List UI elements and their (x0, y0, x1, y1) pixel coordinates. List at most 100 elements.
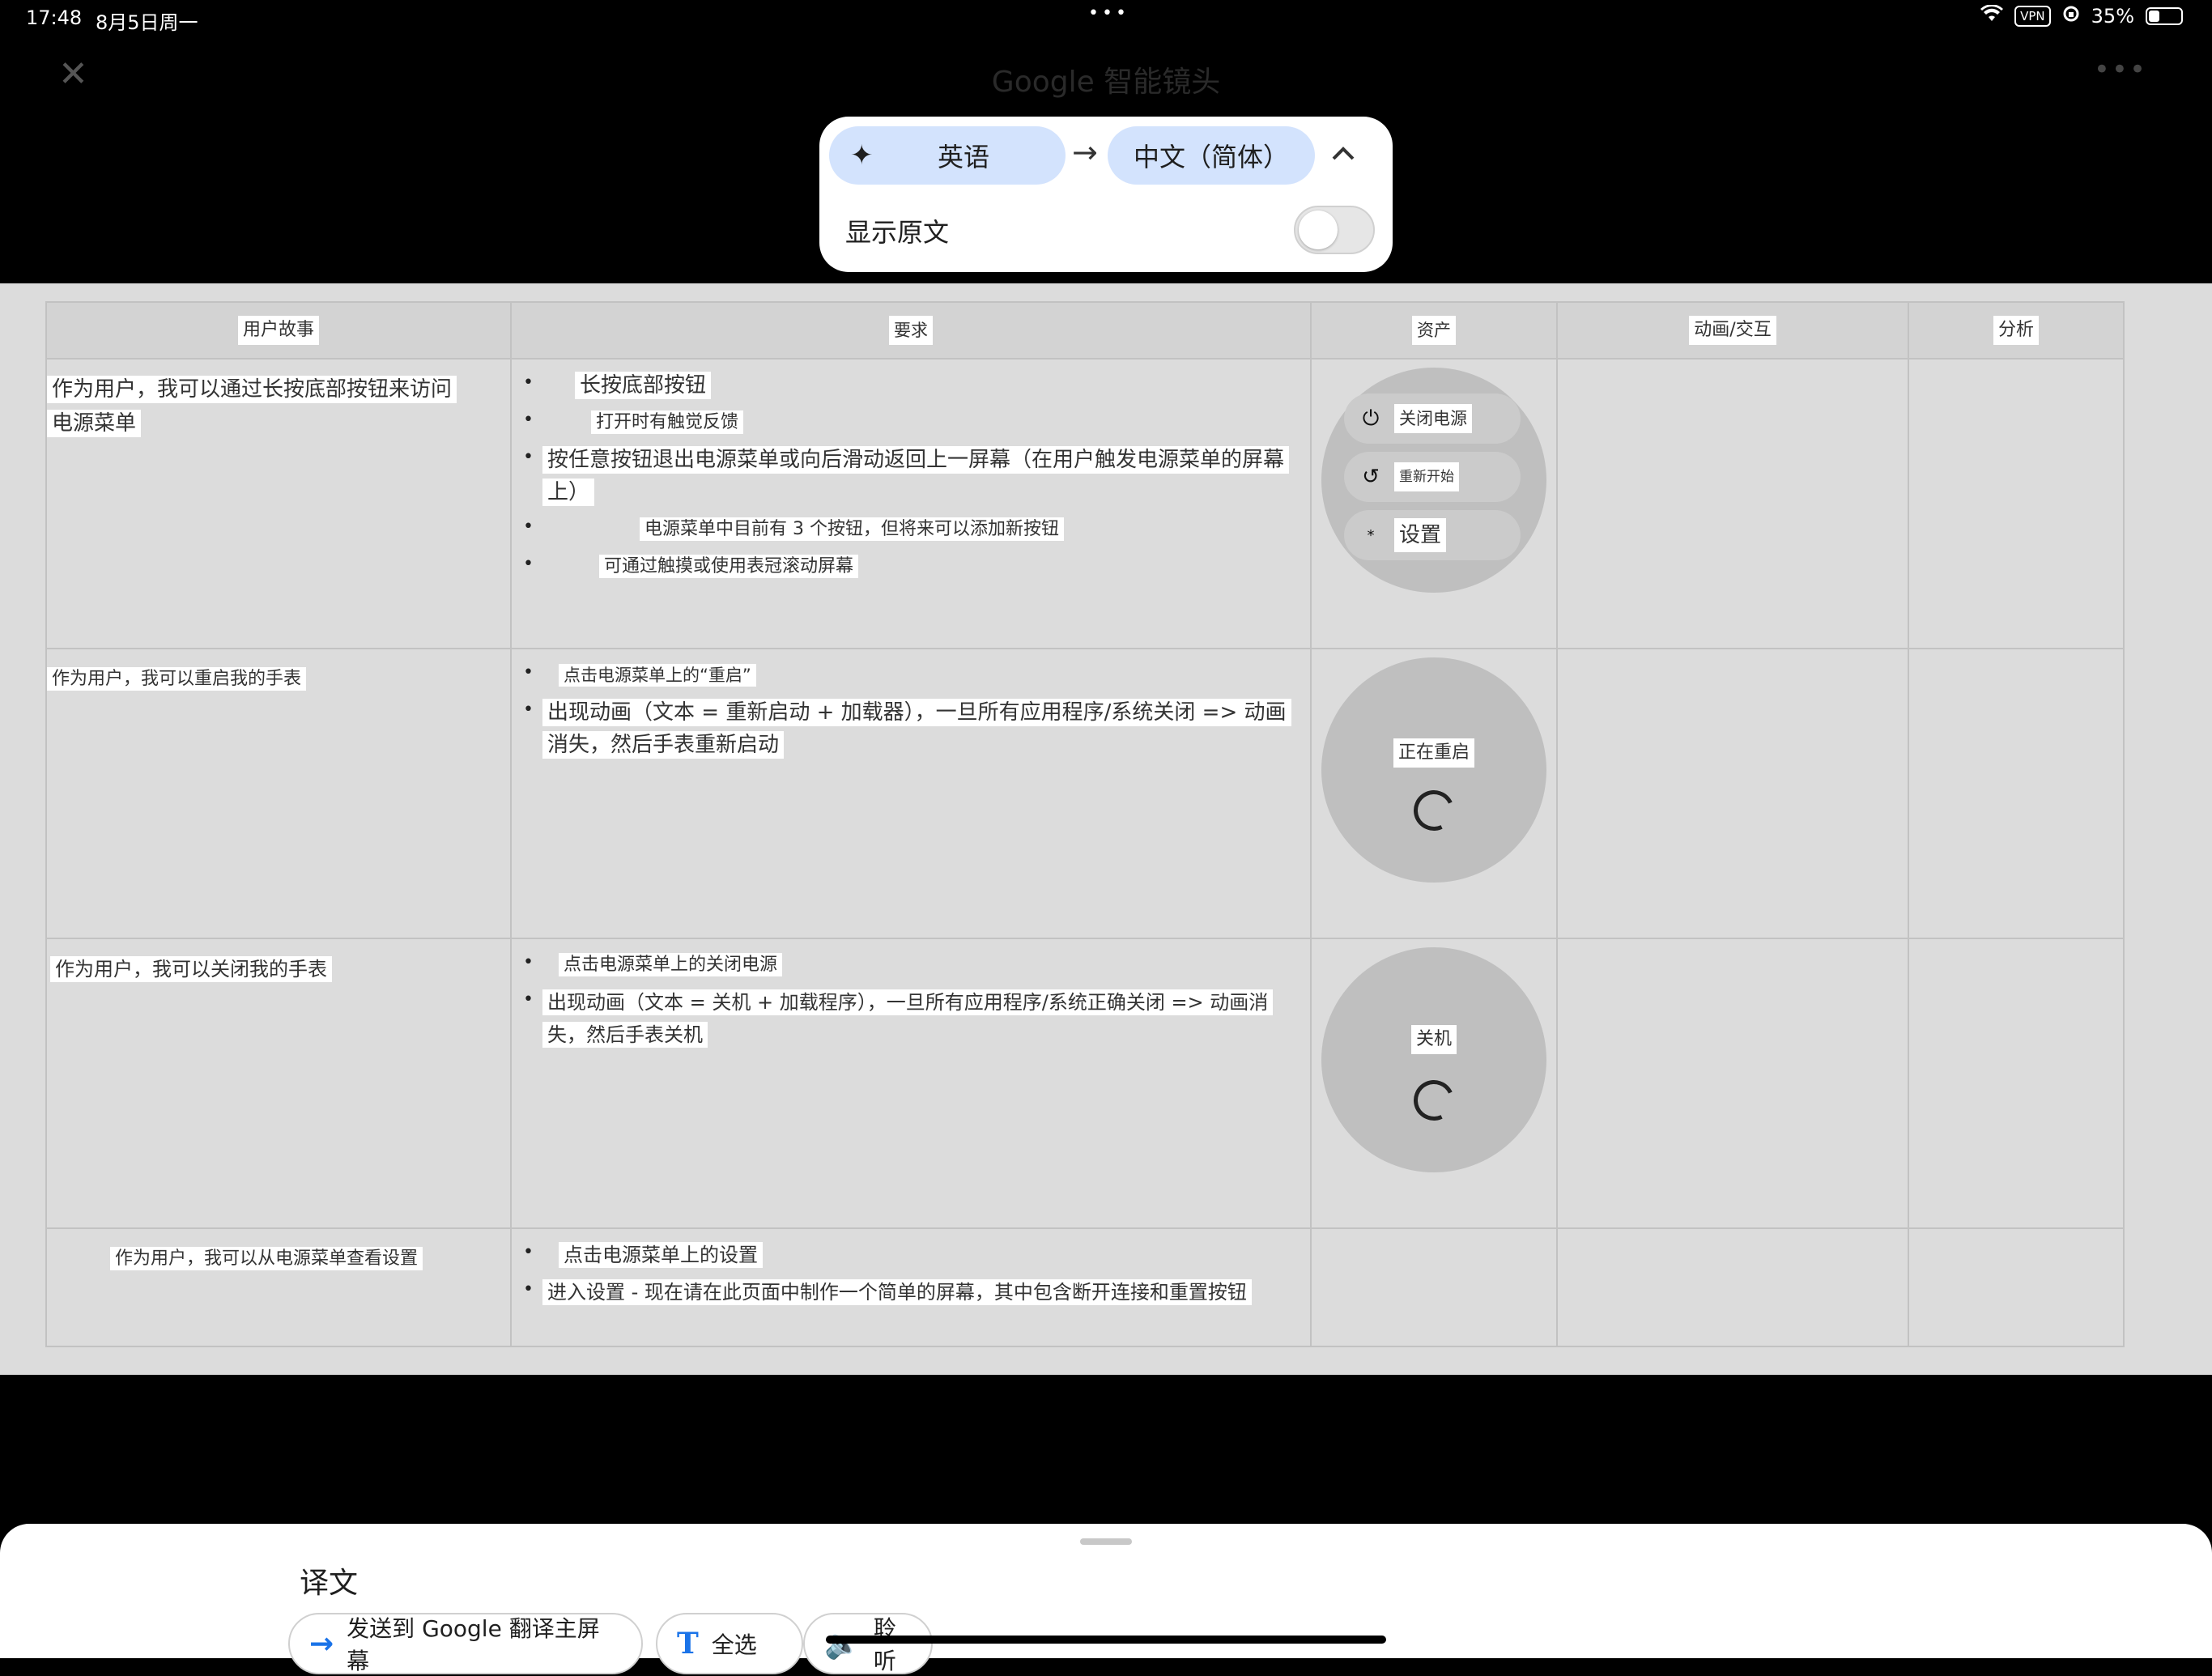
story-text-wrap: 作为用户，我可以重启我的手表 (47, 662, 468, 696)
requirement-text: 出现动画（文本 = 重新启动 + 加载器），一旦所有应用程序/系统关闭 => 动… (542, 699, 1291, 759)
list-item: 出现动画（文本 = 关机 + 加载程序），一旦所有应用程序/系统正确关闭 => … (523, 986, 1300, 1051)
sparkle-icon: ✦ (850, 139, 874, 172)
table-header: 分析 (1908, 301, 2125, 359)
requirement-text: 进入设置 - 现在请在此页面中制作一个简单的屏幕，其中包含断开连接和重置按钮 (542, 1279, 1252, 1305)
requirement-text: 电源菜单中目前有 3 个按钮，但将来可以添加新按钮 (640, 517, 1064, 541)
watch-label-wrap: 关机 (1321, 1025, 1546, 1054)
chevron-up-icon[interactable] (1331, 139, 1355, 168)
wifi-icon (1980, 4, 2004, 28)
table-row: 作为用户，我可以通过长按底部按钮来访问电源菜单 长按底部按钮 打开时有触觉反馈 … (45, 358, 2125, 649)
watch-shutdown-screen: 关机 (1321, 947, 1546, 1172)
analysis-cell (1908, 648, 2125, 939)
watch-label-wrap: 正在重启 (1321, 738, 1546, 768)
story-text-wrap: 作为用户，我可以从电源菜单查看设置 (110, 1242, 531, 1276)
table-header: 动画/交互 (1556, 301, 1909, 359)
loading-spinner-icon (1407, 784, 1461, 837)
header-label: 资产 (1412, 316, 1456, 345)
home-indicator[interactable] (826, 1636, 1386, 1644)
asset-cell (1310, 1227, 1558, 1347)
analysis-cell (1908, 1227, 2125, 1347)
requirements-list: 点击电源菜单上的设置 进入设置 - 现在请在此页面中制作一个简单的屏幕，其中包含… (523, 1239, 1300, 1313)
watch-power-menu: ⏻ 关闭电源 ↺ 重新开始 * 设置 (1321, 368, 1546, 593)
source-language-button[interactable]: ✦ 英语 (829, 126, 1066, 185)
menu-item-label: 关闭电源 (1394, 404, 1472, 433)
loading-spinner-icon (1407, 1074, 1461, 1127)
requirement-text: 可通过触摸或使用表冠滚动屏幕 (599, 555, 859, 578)
header-label: 动画/交互 (1689, 316, 1776, 345)
status-bar: 17:48 8月5日周一 ••• VPN 35% (0, 0, 2212, 39)
story-text: 作为用户，我可以关闭我的手表 (50, 956, 332, 982)
power-icon: ⏻ (1362, 406, 1380, 431)
list-item: 点击电源菜单上的“重启” (523, 659, 1300, 691)
listen-button[interactable]: 🔈 聆听 (803, 1613, 933, 1674)
list-item: 出现动画（文本 = 重新启动 + 加载器），一旦所有应用程序/系统关闭 => 动… (523, 696, 1300, 761)
arrow-right-icon: → (309, 1627, 334, 1661)
translated-document: 用户故事 要求 资产 动画/交互 分析 作为用户，我可以通过长按底部按钮来访问电… (0, 283, 2212, 1375)
story-cell: 作为用户，我可以关闭我的手表 (45, 938, 512, 1229)
sheet-title: 译文 (300, 1567, 359, 1600)
story-cell: 作为用户，我可以重启我的手表 (45, 648, 512, 939)
requirements-list: 长按底部按钮 打开时有触觉反馈 按任意按钮退出电源菜单或向后滑动返回上一屏幕（在… (523, 369, 1300, 588)
header-label: 分析 (1993, 316, 2039, 345)
show-original-toggle[interactable] (1294, 206, 1375, 254)
requirements-cell: 点击电源菜单上的关闭电源 出现动画（文本 = 关机 + 加载程序），一旦所有应用… (510, 938, 1312, 1229)
status-date: 8月5日周一 (96, 11, 198, 34)
list-item: 长按底部按钮 (523, 369, 1300, 402)
menu-item-label: 重新开始 (1394, 462, 1459, 491)
story-cell: 作为用户，我可以从电源菜单查看设置 (45, 1227, 512, 1347)
story-text: 作为用户，我可以通过长按底部按钮来访问电源菜单 (47, 376, 457, 437)
story-text: 作为用户，我可以重启我的手表 (47, 667, 307, 691)
requirements-cell: 点击电源菜单上的设置 进入设置 - 现在请在此页面中制作一个简单的屏幕，其中包含… (510, 1227, 1312, 1347)
toggle-knob (1299, 211, 1338, 249)
list-item: 按任意按钮退出电源菜单或向后滑动返回上一屏幕（在用户触发电源菜单的屏幕上） (523, 444, 1300, 508)
requirement-text: 点击电源菜单上的设置 (559, 1242, 763, 1268)
animation-cell (1556, 358, 1909, 649)
list-item: 进入设置 - 现在请在此页面中制作一个简单的屏幕，其中包含断开连接和重置按钮 (523, 1276, 1300, 1308)
target-language-button[interactable]: 中文（简体） (1108, 126, 1315, 185)
asset-cell: ⏻ 关闭电源 ↺ 重新开始 * 设置 (1310, 358, 1558, 649)
requirement-text: 长按底部按钮 (575, 372, 712, 399)
menu-item-label: 设置 (1394, 518, 1447, 552)
status-right: VPN 35% (1980, 4, 2183, 28)
watch-restarting-screen: 正在重启 (1321, 657, 1546, 883)
page-title: Google 智能镜头 (991, 66, 1221, 99)
requirement-text: 点击电源菜单上的关闭电源 (559, 953, 783, 976)
battery-icon (2146, 7, 2183, 25)
story-text-wrap: 作为用户，我可以关闭我的手表 (50, 952, 471, 986)
multitask-dots[interactable]: ••• (1088, 3, 1129, 23)
animation-cell (1556, 1227, 1909, 1347)
list-item: 可通过触摸或使用表冠滚动屏幕 (523, 551, 1300, 583)
status-time: 17:48 (26, 6, 83, 29)
speaker-icon: 🔈 (824, 1627, 861, 1661)
requirement-text: 打开时有触觉反馈 (591, 410, 744, 434)
send-to-translate-button[interactable]: → 发送到 Google 翻译主屏幕 (288, 1613, 643, 1674)
story-cell: 作为用户，我可以通过长按底部按钮来访问电源菜单 (45, 358, 512, 649)
list-item: 打开时有触觉反馈 (523, 406, 1300, 439)
analysis-cell (1908, 938, 2125, 1229)
show-original-label: 显示原文 (845, 217, 950, 248)
vpn-badge: VPN (2014, 6, 2051, 27)
story-text: 作为用户，我可以从电源菜单查看设置 (110, 1247, 423, 1270)
requirement-text: 按任意按钮退出电源菜单或向后滑动返回上一屏幕（在用户触发电源菜单的屏幕上） (542, 446, 1290, 506)
animation-cell (1556, 938, 1909, 1229)
requirements-list: 点击电源菜单上的关闭电源 出现动画（文本 = 关机 + 加载程序），一旦所有应用… (523, 949, 1300, 1056)
header-label: 要求 (889, 316, 933, 345)
restart-icon: ↺ (1362, 465, 1380, 489)
requirements-cell: 长按底部按钮 打开时有触觉反馈 按任意按钮退出电源菜单或向后滑动返回上一屏幕（在… (510, 358, 1312, 649)
text-icon: T (677, 1627, 699, 1661)
orientation-lock-icon (2062, 5, 2080, 28)
source-language-label: 英语 (937, 142, 989, 172)
requirements-table: 用户故事 要求 资产 动画/交互 分析 作为用户，我可以通过长按底部按钮来访问电… (45, 301, 2125, 1347)
select-all-button[interactable]: T 全选 (656, 1613, 803, 1674)
table-row: 作为用户，我可以关闭我的手表 点击电源菜单上的关闭电源 出现动画（文本 = 关机… (45, 938, 2125, 1229)
battery-percent: 35% (2091, 5, 2134, 28)
arrow-right-icon: → (1072, 134, 1098, 170)
list-item: 电源菜单中目前有 3 个按钮，但将来可以添加新按钮 (523, 513, 1300, 546)
sheet-grabber[interactable] (1080, 1538, 1132, 1545)
more-icon[interactable]: ••• (2094, 53, 2147, 86)
requirement-text: 点击电源菜单上的“重启” (559, 664, 756, 687)
watch-status-label: 关机 (1410, 1025, 1457, 1054)
power-off-item: ⏻ 关闭电源 (1344, 393, 1521, 444)
battery-fill (2149, 11, 2159, 22)
table-header: 用户故事 (45, 301, 512, 359)
